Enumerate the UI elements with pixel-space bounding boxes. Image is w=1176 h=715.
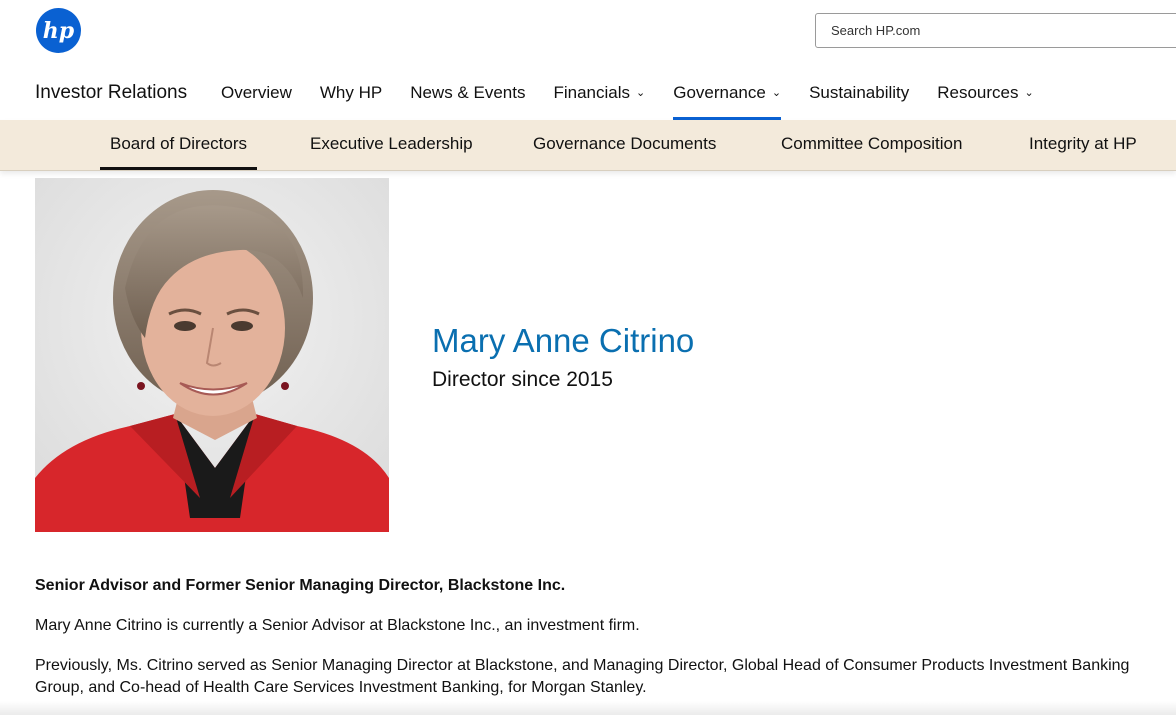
search-input[interactable] [815,13,1176,48]
bio-paragraph: Mary Anne Citrino is currently a Senior … [35,617,640,634]
sub-nav-committee-composition[interactable]: Committee Composition [781,120,962,170]
nav-item-label: News & Events [410,83,526,102]
nav-item-financials[interactable]: Financials ⌄ [553,70,645,120]
sub-nav-governance-documents[interactable]: Governance Documents [533,120,716,170]
director-bio: Senior Advisor and Former Senior Managin… [35,575,1165,699]
portrait-image [35,178,389,532]
bio-heading: Senior Advisor and Former Senior Managin… [35,577,566,594]
main-nav-items: Overview Why HP News & Events Financials… [221,70,1062,120]
director-name: Mary Anne Citrino [432,322,695,359]
nav-item-overview[interactable]: Overview [221,70,292,120]
nav-item-label: Resources [937,83,1019,102]
nav-item-news-events[interactable]: News & Events [410,70,525,120]
nav-item-label: Why HP [319,83,383,102]
sub-nav-executive-leadership[interactable]: Executive Leadership [310,120,473,170]
svg-text:hp: hp [43,18,75,44]
nav-item-resources[interactable]: Resources ⌄ [937,70,1033,120]
nav-item-why-hp[interactable]: Why HP [320,70,382,120]
site-header: hp [0,0,1176,70]
sub-nav-board-of-directors[interactable]: Board of Directors [100,120,257,170]
nav-item-sustainability[interactable]: Sustainability [809,70,909,120]
nav-item-label: Financials [553,83,631,102]
nav-item-label: Governance [673,83,766,102]
nav-item-governance[interactable]: Governance ⌄ [673,70,781,120]
nav-item-label: Overview [221,83,292,102]
hp-logo-icon: hp [43,18,75,44]
nav-title-investor-relations[interactable]: Investor Relations [35,82,187,104]
main-nav: Investor Relations Overview Why HP News … [0,70,1176,120]
hp-logo[interactable]: hp [36,8,81,53]
chevron-down-icon: ⌄ [636,87,646,99]
director-portrait [35,178,389,532]
governance-sub-nav: Board of Directors Executive Leadership … [0,120,1176,171]
sub-nav-integrity-at-hp[interactable]: Integrity at HP [1029,120,1137,170]
bio-paragraph: Previously, Ms. Citrino served as Senior… [35,657,1130,696]
chevron-down-icon: ⌄ [1024,87,1034,99]
director-role: Director since 2015 [432,368,613,391]
chevron-down-icon: ⌄ [771,87,782,99]
bottom-fade [0,701,1176,715]
nav-item-label: Sustainability [809,83,910,102]
